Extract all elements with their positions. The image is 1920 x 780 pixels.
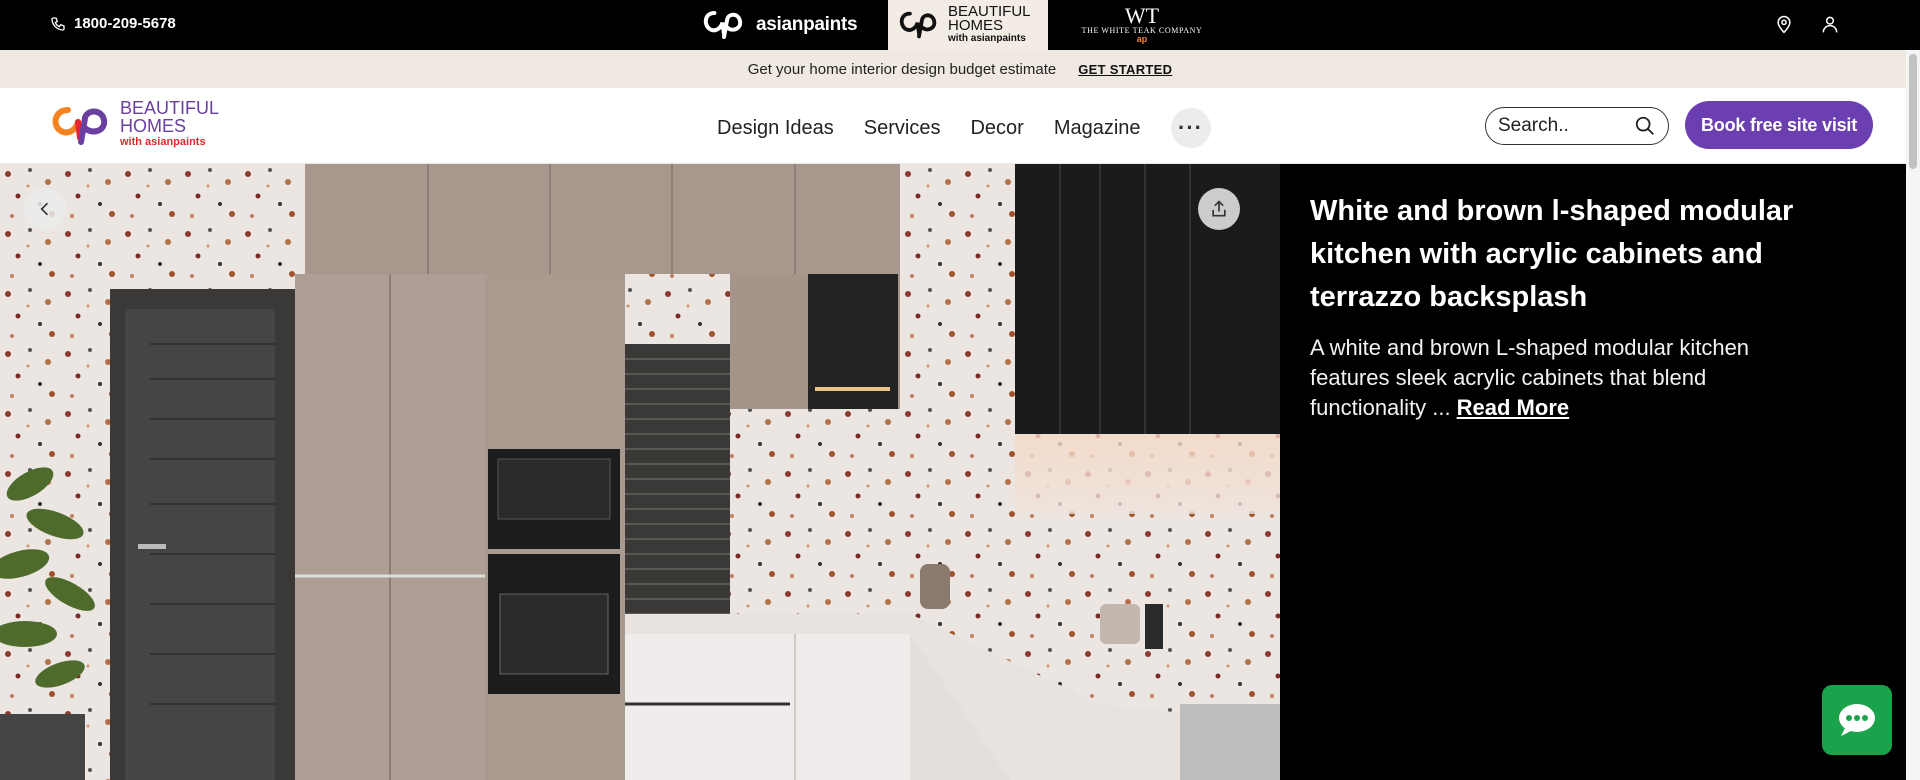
chevron-left-icon (40, 202, 49, 216)
nav-item-design-ideas[interactable]: Design Ideas (717, 117, 834, 140)
more-menu-button[interactable]: ··· (1170, 108, 1211, 148)
white-teak-sub: ap (1136, 34, 1148, 44)
search-input[interactable] (1498, 115, 1628, 137)
book-site-visit-button[interactable]: Book free site visit (1685, 101, 1873, 149)
beautiful-homes-line2: HOMES (948, 17, 1004, 34)
hero-image (0, 164, 1280, 780)
logo-sub: with asianpaints (120, 136, 206, 148)
phone-number: 1800-209-5678 (74, 15, 176, 32)
asianpaints-brand-name: asianpaints (756, 14, 858, 35)
phone-link[interactable]: 1800-209-5678 (50, 15, 176, 32)
main-nav: BEAUTIFUL HOMES with asianpaints Design … (0, 88, 1920, 164)
chat-bubble-icon (1839, 704, 1875, 736)
asianpaints-brand-link[interactable]: asianpaints (700, 0, 858, 50)
beautiful-homes-brand-tab[interactable]: BEAUTIFUL HOMES with asianpaints (888, 0, 1048, 50)
search-icon[interactable] (1634, 115, 1656, 137)
phone-icon (51, 16, 65, 31)
page-scrollbar[interactable] (1906, 50, 1920, 780)
previous-image-button[interactable] (24, 188, 66, 230)
nav-menu: Design Ideas Services Decor Magazine ··· (717, 108, 1211, 148)
share-icon (1212, 200, 1226, 217)
logo-line2: HOMES (120, 116, 187, 136)
asianpaints-logo-icon (703, 11, 743, 39)
beautiful-homes-sub: with asianpaints (948, 33, 1026, 44)
beautiful-homes-logo-icon (899, 11, 937, 39)
design-description: A white and brown L-shaped modular kitch… (1310, 333, 1790, 423)
search-box (1485, 107, 1669, 145)
location-pin-icon[interactable] (1774, 14, 1794, 34)
scrollbar-thumb[interactable] (1909, 54, 1917, 169)
logo-line1: BEAUTIFUL (120, 98, 220, 118)
white-teak-brand-link[interactable]: WT THE WHITE TEAK COMPANY ap (1080, 0, 1204, 50)
kitchen-photo (0, 164, 1280, 780)
user-icon[interactable] (1820, 14, 1840, 34)
beautiful-homes-logo-icon (52, 107, 108, 145)
nav-item-decor[interactable]: Decor (970, 117, 1023, 140)
nav-item-magazine[interactable]: Magazine (1054, 117, 1141, 140)
white-teak-mark: WT (1124, 3, 1160, 28)
nav-item-services[interactable]: Services (864, 117, 941, 140)
promo-text: Get your home interior design budget est… (747, 60, 1057, 78)
brand-bar: 1800-209-5678 asianpaints BEAUTIFUL HOME… (0, 0, 1920, 50)
share-button[interactable] (1198, 188, 1240, 230)
page: 1800-209-5678 asianpaints BEAUTIFUL HOME… (0, 0, 1920, 780)
chat-button[interactable] (1822, 685, 1892, 755)
read-more-link[interactable]: Read More (1457, 395, 1569, 420)
get-started-link[interactable]: GET STARTED (1078, 62, 1172, 77)
site-logo[interactable]: BEAUTIFUL HOMES with asianpaints (48, 98, 219, 150)
design-title: White and brown l-shaped modular kitchen… (1310, 195, 1794, 313)
promo-strip: Get your home interior design budget est… (0, 50, 1920, 88)
